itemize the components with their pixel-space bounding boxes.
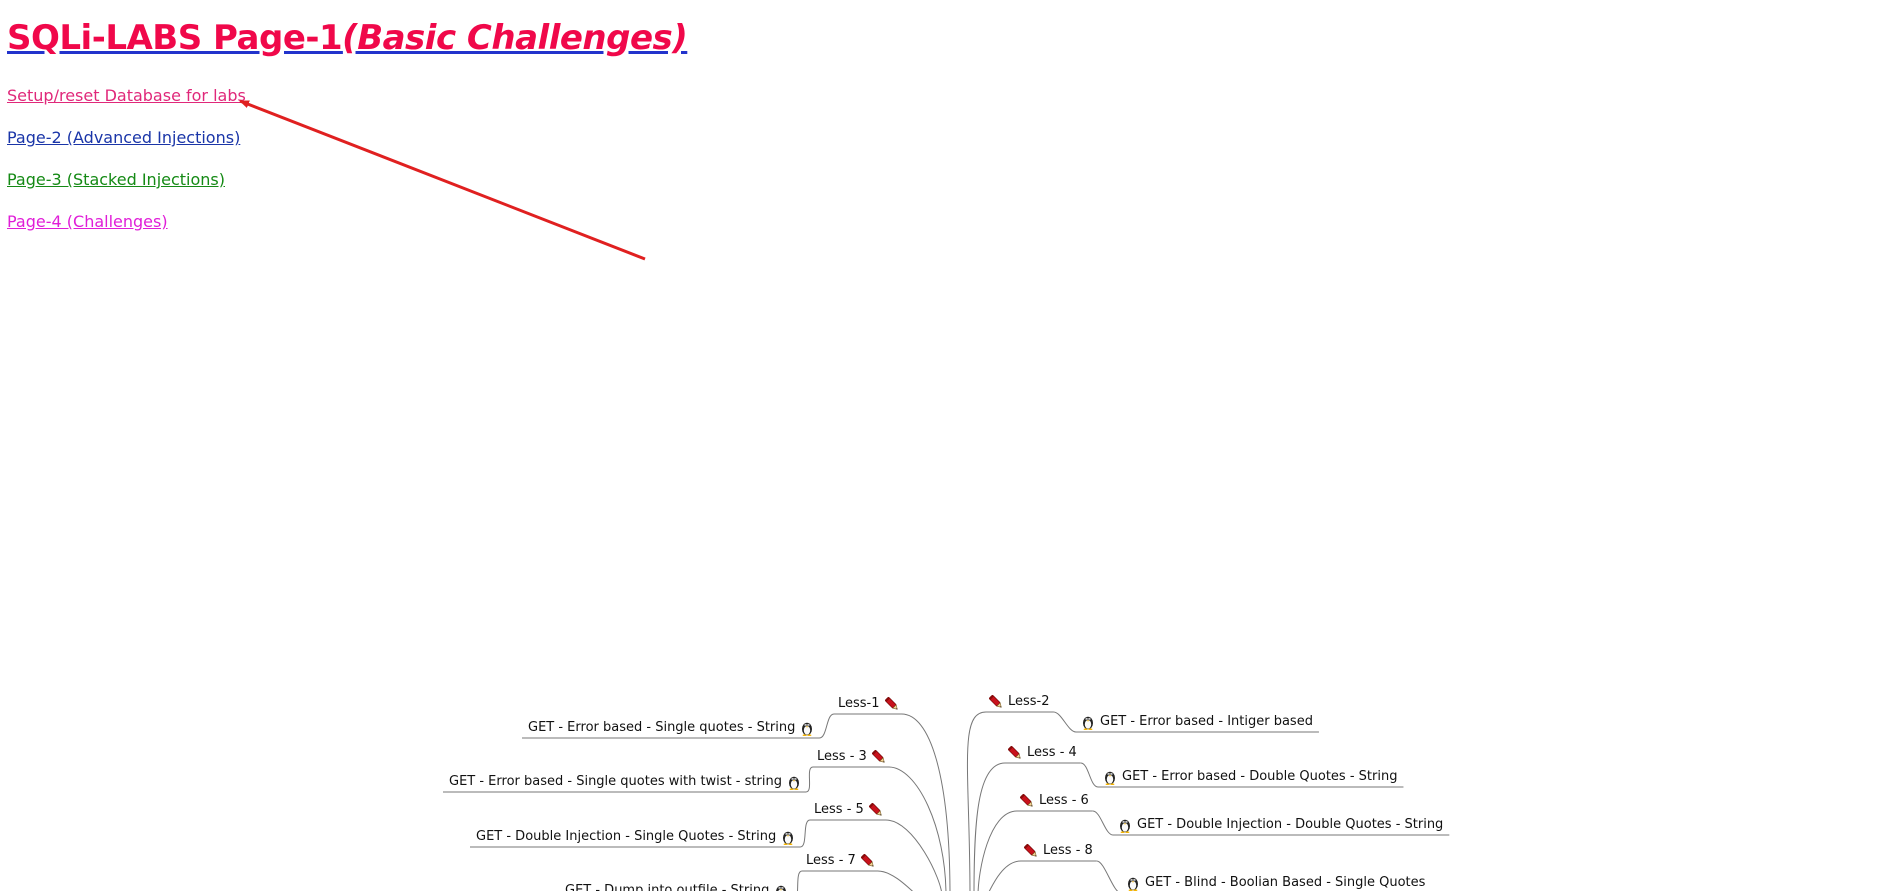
tux-penguin-icon — [1125, 875, 1141, 891]
tux-penguin-icon — [780, 829, 796, 845]
tux-penguin-icon — [1080, 714, 1096, 730]
lesson-label[interactable]: Less - 6 — [1039, 793, 1089, 809]
mindmap-lesson-7[interactable]: Less - 7 — [806, 853, 876, 869]
tux-penguin-icon — [1102, 769, 1118, 785]
tux-penguin-icon — [799, 720, 815, 736]
tux-penguin-icon — [773, 883, 789, 891]
lesson-description: GET - Dump into outfile - String — [565, 883, 770, 891]
lesson-label[interactable]: Less - 4 — [1027, 745, 1077, 761]
mindmap-desc-2: GET - Error based - Intiger based — [1080, 714, 1313, 730]
pen-icon — [860, 853, 876, 869]
mindmap-lesson-1[interactable]: Less-1 — [838, 696, 900, 712]
annotation-arrow — [239, 99, 646, 261]
lesson-description: GET - Error based - Double Quotes - Stri… — [1122, 769, 1398, 784]
mindmap-desc-7: GET - Dump into outfile - String — [565, 883, 789, 891]
lesson-label[interactable]: Less - 8 — [1043, 843, 1093, 859]
mindmap-lesson-5[interactable]: Less - 5 — [814, 802, 884, 818]
lesson-label[interactable]: Less-1 — [838, 696, 880, 712]
mindmap-lesson-2[interactable]: Less-2 — [988, 694, 1050, 710]
mindmap-desc-5: GET - Double Injection - Single Quotes -… — [476, 829, 796, 845]
lesson-description: GET - Error based - Single quotes - Stri… — [528, 720, 796, 735]
lesson-description: GET - Error based - Single quotes with t… — [449, 774, 782, 789]
pen-icon — [1023, 843, 1039, 859]
mindmap-desc-1: GET - Error based - Single quotes - Stri… — [528, 720, 815, 736]
mindmap-desc-4: GET - Error based - Double Quotes - Stri… — [1102, 769, 1397, 785]
lesson-description: GET - Blind - Boolian Based - Single Quo… — [1145, 875, 1426, 890]
lesson-label[interactable]: Less - 3 — [817, 749, 867, 765]
lesson-description: GET - Double Injection - Double Quotes -… — [1137, 817, 1444, 832]
connector-line — [802, 870, 914, 891]
pen-icon — [1019, 793, 1035, 809]
mindmap-lesson-6[interactable]: Less - 6 — [1019, 793, 1089, 809]
mindmap-lesson-4[interactable]: Less - 4 — [1007, 745, 1077, 761]
mindmap-desc-8: GET - Blind - Boolian Based - Single Quo… — [1125, 875, 1425, 891]
connector-line — [988, 860, 1097, 891]
lesson-description: GET - Double Injection - Single Quotes -… — [476, 829, 777, 844]
annotation-overlay — [239, 99, 1450, 891]
lesson-label[interactable]: Less-2 — [1008, 694, 1050, 710]
pen-icon — [884, 696, 900, 712]
mindmap-lesson-8[interactable]: Less - 8 — [1023, 843, 1093, 859]
pen-icon — [1007, 745, 1023, 761]
lesson-label[interactable]: Less - 5 — [814, 802, 864, 818]
pen-icon — [988, 694, 1004, 710]
tux-penguin-icon — [786, 774, 802, 790]
lesson-description: GET - Error based - Intiger based — [1100, 714, 1313, 729]
mindmap-connectors — [443, 711, 1450, 891]
pen-icon — [868, 802, 884, 818]
tux-penguin-icon — [1117, 817, 1133, 833]
connector-line — [813, 766, 947, 891]
mindmap-desc-3: GET - Error based - Single quotes with t… — [449, 774, 802, 790]
mindmap-lesson-3[interactable]: Less - 3 — [817, 749, 887, 765]
connector-line — [973, 762, 1081, 891]
mindmap-desc-6: GET - Double Injection - Double Quotes -… — [1117, 817, 1443, 833]
pen-icon — [871, 749, 887, 765]
lesson-label[interactable]: Less - 7 — [806, 853, 856, 869]
